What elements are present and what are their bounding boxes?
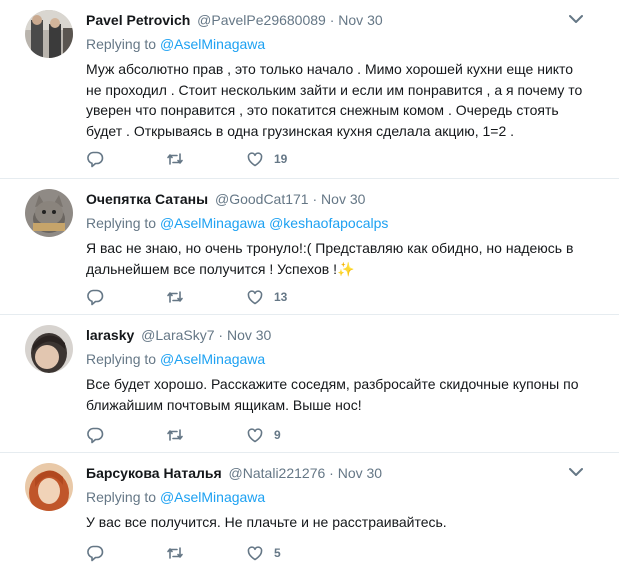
timestamp[interactable]: Nov 30 [321,191,365,207]
tweet-text-line: Я вас не знаю, но очень тронуло!:( Предс… [86,240,574,256]
tweet-header: Барсукова Наталья @Natali221276 · Nov 30 [86,464,382,482]
reply-icon [87,427,104,444]
separator: · [218,327,224,343]
separator: · [329,465,334,481]
reply-button[interactable] [86,425,104,445]
tweet-text-line: Все будет хорошо. Расскажите соседям, ра… [86,376,579,392]
tweet-text-line: будет . Открываясь в одна грузинская кух… [86,122,515,139]
replying-prefix: Replying to [86,351,157,367]
user-handle[interactable]: @LaraSky7 [141,327,214,343]
timestamp[interactable]: Nov 30 [227,327,271,343]
tweet-1[interactable]: Pavel Petrovich @PavelPe29680089 · Nov 3… [0,0,619,179]
tweet-text-line: не проходил . Стоит нескольким зайти и е… [86,81,583,98]
retweet-button[interactable] [166,287,184,307]
retweet-button[interactable] [166,543,184,563]
reply-icon [87,545,104,562]
display-name[interactable]: Pavel Petrovich [86,12,190,28]
user-handle[interactable]: @PavelPe29680089 [197,12,326,28]
replying-to: Replying to @AselMinagawa [86,350,265,368]
tweet-text-line: дальнейшем все получится ! Успехов !✨ [86,260,355,277]
display-name[interactable]: Очепятка Сатаны [86,191,208,207]
tweet-text-line: уверен что понравится , это покатится сн… [86,102,559,119]
tweet-actions: 5 [86,543,506,563]
replying-prefix: Replying to [86,36,157,52]
tweet-2[interactable]: Очепятка Сатаны @GoodCat171 · Nov 30 Rep… [0,179,619,315]
tweet-actions: 9 [86,425,506,445]
reply-icon [87,151,104,168]
retweet-button[interactable] [166,149,184,169]
chevron-down-icon[interactable] [569,467,583,477]
tweet-actions: 13 [86,287,506,307]
tweet-3[interactable]: larasky @LaraSky7 · Nov 30 Replying to @… [0,315,619,453]
tweet-4[interactable]: Барсукова Наталья @Natali221276 · Nov 30… [0,453,619,578]
replying-prefix: Replying to [86,489,157,505]
replying-prefix: Replying to [86,215,157,231]
user-handle[interactable]: @Natali221276 [229,465,326,481]
avatar[interactable] [25,10,73,58]
user-handle[interactable]: @GoodCat171 [215,191,309,207]
mention-link[interactable]: @AselMinagawa [160,351,265,367]
separator: · [312,191,318,207]
separator: · [329,12,335,28]
chevron-down-icon[interactable] [569,14,583,24]
mention-link[interactable]: @AselMinagawa [160,489,265,505]
like-count: 5 [274,546,281,560]
retweet-icon [167,291,183,303]
like-count: 9 [274,428,281,442]
tweet-text-line: Муж абсолютно прав , это только начало .… [86,61,574,77]
like-count: 19 [274,152,288,166]
retweet-icon [167,547,183,559]
retweet-icon [167,153,183,165]
like-button[interactable]: 13 [246,287,287,307]
like-count: 13 [274,290,288,304]
tweet-header: Pavel Petrovich @PavelPe29680089 · Nov 3… [86,11,383,29]
avatar[interactable] [25,463,73,511]
like-button[interactable]: 5 [246,543,281,563]
tweet-header: larasky @LaraSky7 · Nov 30 [86,326,271,344]
tweet-header: Очепятка Сатаны @GoodCat171 · Nov 30 [86,190,365,208]
avatar[interactable] [25,189,73,237]
timestamp[interactable]: Nov 30 [338,465,382,481]
replying-to: Replying to @AselMinagawa @keshaofapocal… [86,214,388,232]
like-icon [247,290,263,305]
reply-button[interactable] [86,287,104,307]
replying-to: Replying to @AselMinagawa [86,488,265,506]
tweet-text-line: У вас все получится. Не плачьте и не рас… [86,514,447,530]
tweet-text-line: ближайшим почтовым ящикам. Выше нос! [86,396,362,413]
tweet-text: Я вас не знаю, но очень тронуло!:( Предс… [86,238,586,279]
like-icon [247,546,263,561]
avatar[interactable] [25,325,73,373]
mention-link[interactable]: @AselMinagawa [160,215,265,231]
tweet-text: У вас все получится. Не плачьте и не рас… [86,512,586,533]
retweet-icon [167,429,183,441]
tweet-text: Все будет хорошо. Расскажите соседям, ра… [86,374,586,415]
like-icon [247,428,263,443]
like-icon [247,152,263,167]
mention-link[interactable]: @keshaofapocalps [269,215,388,231]
display-name[interactable]: Барсукова Наталья [86,465,222,481]
timestamp[interactable]: Nov 30 [338,12,382,28]
tweet-actions: 19 [86,149,506,169]
tweet-text: Муж абсолютно прав , это только начало .… [86,59,586,141]
reply-button[interactable] [86,543,104,563]
reply-icon [87,289,104,306]
like-button[interactable]: 19 [246,149,287,169]
display-name[interactable]: larasky [86,327,134,343]
replying-to: Replying to @AselMinagawa [86,35,265,53]
mention-link[interactable]: @AselMinagawa [160,36,265,52]
like-button[interactable]: 9 [246,425,281,445]
reply-button[interactable] [86,149,104,169]
retweet-button[interactable] [166,425,184,445]
